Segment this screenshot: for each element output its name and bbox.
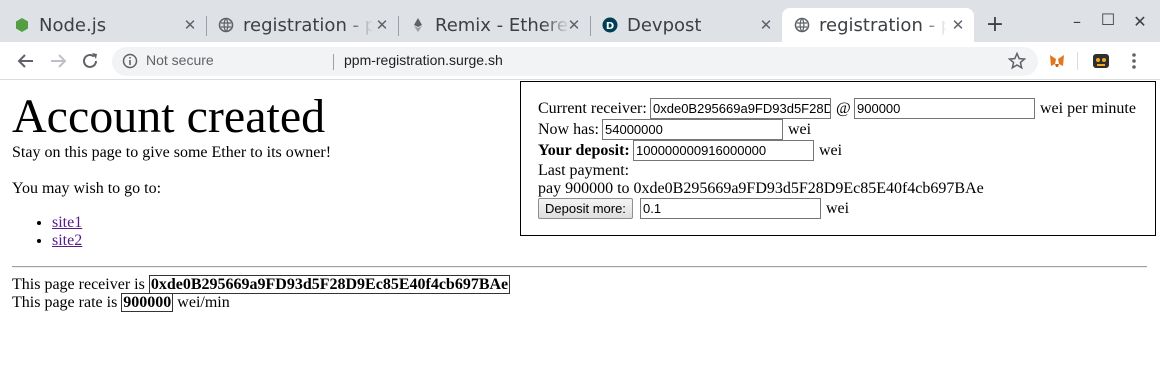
tab-nodejs[interactable]: Node.js ✕ (14, 8, 204, 42)
metamask-icon[interactable] (1046, 50, 1068, 72)
arrow-left-icon (17, 54, 33, 68)
extension-icon[interactable] (1090, 50, 1112, 72)
tab-title: registration - p (819, 14, 947, 36)
link-list: site1 site2 (33, 214, 82, 250)
receiver-prefix: This page receiver is (12, 276, 145, 293)
rate-line: This page rate is 900000 wei/min (12, 293, 230, 312)
nodejs-icon (14, 17, 30, 33)
rate-input[interactable]: 900000 (854, 98, 1035, 119)
deposit-input[interactable]: 100000000916000000 (633, 140, 814, 161)
svg-text:D: D (606, 21, 614, 32)
deposit-unit: wei (819, 142, 843, 159)
tab-title: Devpost (627, 14, 702, 36)
globe-icon (794, 17, 810, 33)
address-bar[interactable]: Not secure ppm-registration.surge.sh (112, 47, 1038, 76)
rate-unit-label: wei per minute (1040, 100, 1136, 117)
toolbar-divider (1077, 52, 1078, 70)
site1-link[interactable]: site1 (52, 214, 82, 231)
tab-separator (206, 16, 207, 36)
close-icon[interactable]: ✕ (374, 17, 390, 33)
security-label[interactable]: Not secure (146, 52, 214, 68)
last-payment-label: Last payment: (538, 162, 630, 179)
minimize-button[interactable]: – (1066, 12, 1088, 31)
omnibox-divider (333, 54, 334, 70)
receiver-address: 0xde0B295669a9FD93d5F28D9Ec85E40f4cb697B… (148, 275, 511, 294)
rate-value: 900000 (121, 293, 174, 312)
now-has-unit: wei (788, 121, 812, 138)
new-tab-button[interactable]: + (985, 14, 1005, 36)
last-payment-text: pay 900000 to 0xde0B295669a9FD93d5F28D9E… (538, 180, 984, 197)
now-has-input[interactable]: 54000000 (602, 119, 783, 140)
more-menu-icon[interactable] (1123, 50, 1145, 72)
close-icon[interactable]: ✕ (950, 17, 966, 33)
close-icon[interactable]: ✕ (758, 17, 774, 33)
reload-button[interactable] (78, 49, 102, 73)
remix-icon (410, 17, 426, 33)
rate-unit: wei/min (177, 294, 230, 311)
maximize-button[interactable]: ☐ (1097, 10, 1119, 29)
page-title: Account created (12, 90, 326, 143)
tab-remix[interactable]: Remix - Ethere ✕ (410, 8, 588, 42)
back-button[interactable] (14, 49, 38, 73)
divider (12, 266, 1147, 268)
tab-devpost[interactable]: D Devpost ✕ (602, 8, 780, 42)
now-has-label: Now has: (538, 121, 599, 138)
star-icon[interactable] (1006, 50, 1028, 72)
url-text[interactable]: ppm-registration.surge.sh (344, 52, 503, 68)
list-item: site2 (52, 232, 82, 250)
current-receiver-label: Current receiver: (538, 100, 647, 117)
arrow-right-icon (51, 54, 67, 68)
tab-title: Node.js (39, 14, 107, 36)
devpost-icon: D (602, 17, 618, 33)
tab-separator (398, 16, 399, 36)
info-icon[interactable] (122, 53, 138, 69)
reload-icon (83, 53, 97, 68)
intro-text: Stay on this page to give some Ether to … (12, 144, 332, 161)
deposit-more-unit: wei (826, 200, 850, 217)
receiver-input[interactable]: 0xde0B295669a9FD93d5F28D9Ec85E40f4cb697B… (650, 98, 831, 119)
tab-separator (590, 16, 591, 36)
tab-title: Remix - Ethere (435, 14, 568, 36)
deposit-more-input[interactable]: 0.1 (640, 198, 821, 219)
list-item: site1 (52, 214, 82, 232)
deposit-more-button[interactable]: Deposit more: (538, 198, 633, 219)
browser-toolbar: Not secure ppm-registration.surge.sh (0, 42, 1160, 80)
goto-text: You may wish to go to: (12, 180, 162, 197)
site2-link[interactable]: site2 (52, 232, 82, 249)
tab-title: registration - p (243, 14, 373, 36)
at-sign: @ (836, 100, 851, 117)
tab-registration-1[interactable]: registration - p ✕ (218, 8, 396, 42)
tab-registration-active[interactable]: registration - p ✕ (782, 8, 974, 42)
page-content: Account created Stay on this page to giv… (0, 81, 1160, 368)
tab-strip: Node.js ✕ registration - p ✕ Remix - Eth… (0, 0, 1160, 42)
receiver-line: This page receiver is 0xde0B295669a9FD93… (12, 275, 511, 294)
deposit-label: Your deposit: (538, 142, 630, 159)
close-icon[interactable]: ✕ (566, 17, 582, 33)
rate-prefix: This page rate is (12, 294, 118, 311)
globe-icon (218, 17, 234, 33)
close-icon[interactable]: ✕ (182, 17, 198, 33)
payment-panel: Current receiver: 0xde0B295669a9FD93d5F2… (520, 81, 1156, 236)
forward-button[interactable] (46, 49, 70, 73)
close-window-button[interactable]: ✕ (1129, 12, 1151, 31)
